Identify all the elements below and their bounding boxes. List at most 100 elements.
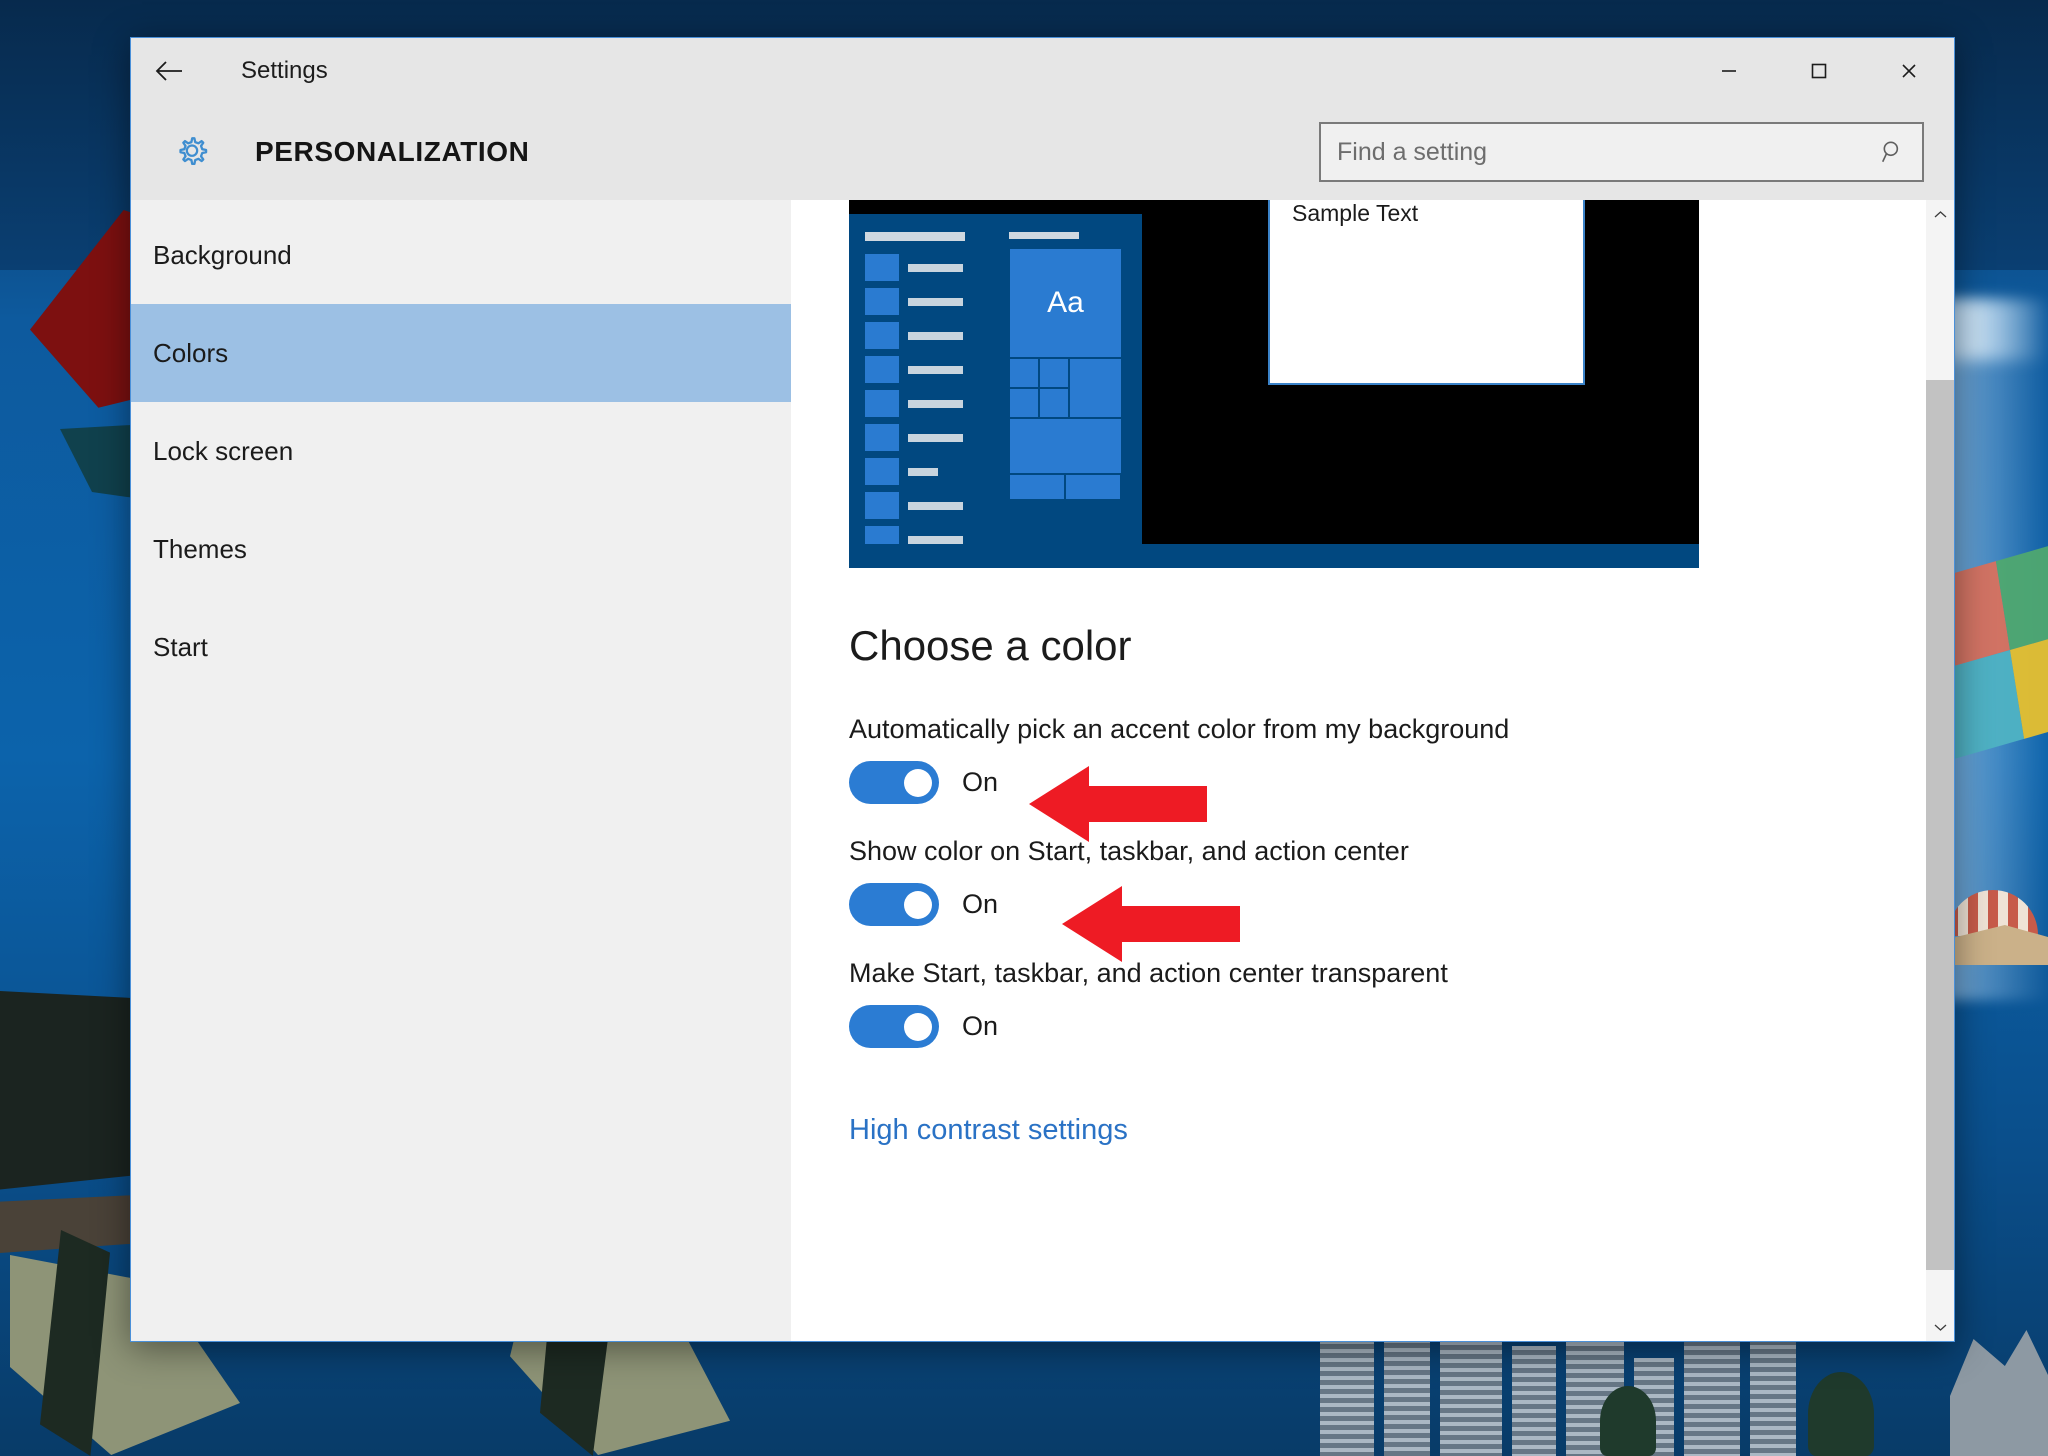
window-controls (1684, 38, 1954, 104)
sidebar-item-lock-screen[interactable]: Lock screen (131, 402, 791, 500)
minimize-button[interactable] (1684, 38, 1774, 104)
preview-tile-group: Aa (1009, 232, 1122, 500)
sidebar-item-background[interactable]: Background (131, 206, 791, 304)
preview-app-icon (865, 254, 899, 281)
theme-preview: Aa Sample Text (849, 200, 1699, 568)
preview-tile-medium (1069, 358, 1122, 418)
chevron-down-icon (1934, 1324, 1946, 1331)
preview-app-icon (865, 390, 899, 417)
back-button[interactable] (131, 38, 207, 104)
preview-app-label (908, 331, 963, 340)
show-color-toggle[interactable] (849, 883, 939, 926)
wallpaper-rocks (1950, 1330, 2048, 1456)
preview-tile-wide (1009, 418, 1122, 474)
settings-sidebar: Background Colors Lock screen Themes Sta… (131, 200, 791, 1341)
preview-app-item (865, 254, 985, 281)
sidebar-item-label: Background (153, 239, 292, 270)
maximize-icon (1811, 63, 1827, 79)
preview-app-list (865, 232, 985, 568)
window-title: Settings (241, 57, 328, 84)
preview-app-icon (865, 322, 899, 349)
preview-tile-small (1009, 388, 1039, 418)
content-scrollbar[interactable] (1926, 200, 1954, 1341)
preview-tile-small (1039, 388, 1069, 418)
sidebar-item-label: Lock screen (153, 435, 294, 466)
scrollbar-track[interactable] (1926, 228, 1954, 1313)
preview-app-label (908, 263, 963, 272)
toggle-row: On (849, 761, 1954, 804)
preview-start-menu: Aa (849, 214, 1142, 568)
auto-accent-toggle[interactable] (849, 761, 939, 804)
preview-tile-aa: Aa (1009, 248, 1122, 358)
app-header: PERSONALIZATION (131, 104, 1954, 200)
preview-app-label (908, 399, 963, 408)
close-button[interactable] (1864, 38, 1954, 104)
back-arrow-icon (155, 61, 182, 81)
toggle-knob (904, 1012, 932, 1041)
preview-app-item (865, 458, 985, 485)
search-icon[interactable] (1864, 139, 1922, 165)
sidebar-item-themes[interactable]: Themes (131, 500, 791, 598)
settings-window: Settings PERSONALIZATION Find a setting … (130, 37, 1955, 1342)
preview-tile-row (1009, 474, 1122, 500)
preview-app-icon (865, 288, 899, 315)
preview-app-label (908, 467, 938, 476)
preview-sample-text: Sample Text (1292, 200, 1419, 226)
preview-tile-small (1039, 358, 1069, 388)
preview-app-label (908, 433, 963, 442)
preview-list-header (865, 232, 965, 241)
setting-label: Automatically pick an accent color from … (849, 714, 1510, 744)
preview-app-label (908, 297, 963, 306)
preview-app-item (865, 288, 985, 315)
maximize-button[interactable] (1774, 38, 1864, 104)
preview-app-item (865, 390, 985, 417)
search-box[interactable] (1319, 122, 1924, 182)
section-title: Choose a color (849, 622, 1132, 669)
search-input[interactable] (1321, 124, 1864, 180)
scrollbar-up-button[interactable] (1926, 200, 1954, 228)
preview-tile-half (1065, 474, 1121, 500)
preview-app-icon (865, 492, 899, 519)
close-icon (1902, 64, 1916, 78)
page-title: PERSONALIZATION (255, 136, 530, 167)
preview-app-icon (865, 356, 899, 383)
sidebar-item-label: Themes (153, 533, 247, 564)
title-bar: Settings (131, 38, 1954, 104)
sidebar-item-start[interactable]: Start (131, 598, 791, 696)
scrollbar-down-button[interactable] (1926, 1313, 1954, 1341)
preview-app-icon (865, 424, 899, 451)
sidebar-item-label: Colors (153, 337, 229, 368)
toggle-row: On (849, 883, 1954, 926)
preview-app-label (908, 365, 963, 374)
callout-arrow-icon (1029, 766, 1207, 842)
sidebar-item-label: Start (153, 631, 208, 662)
setting-label: Make Start, taskbar, and action center t… (849, 958, 1448, 988)
preview-app-item (865, 424, 985, 451)
toggle-state-label: On (962, 889, 999, 919)
preview-tile-row (1009, 358, 1122, 418)
sidebar-item-colors[interactable]: Colors (131, 304, 791, 402)
toggle-knob (904, 768, 932, 797)
high-contrast-settings-link[interactable]: High contrast settings (849, 1114, 1128, 1147)
settings-content: Aa Sample Text Choose a color Automatica… (791, 200, 1954, 1341)
preview-app-item (865, 356, 985, 383)
preview-taskbar (849, 544, 1699, 568)
scrollbar-thumb[interactable] (1926, 379, 1954, 1270)
toggle-state-label: On (962, 1011, 999, 1041)
setting-auto-accent: Automatically pick an accent color from … (849, 714, 1954, 842)
window-body: Background Colors Lock screen Themes Sta… (131, 200, 1954, 1341)
minimize-icon (1722, 70, 1736, 72)
setting-show-color: Show color on Start, taskbar, and action… (849, 836, 1954, 962)
transparency-toggle[interactable] (849, 1005, 939, 1048)
callout-arrow-icon (1062, 886, 1240, 962)
preview-tile-half (1009, 474, 1065, 500)
toggle-state-label: On (962, 767, 999, 797)
preview-tile-small (1009, 358, 1039, 388)
chevron-up-icon (1934, 210, 1946, 217)
gear-icon (179, 137, 208, 166)
setting-transparency: Make Start, taskbar, and action center t… (849, 958, 1954, 1048)
preview-tile-group-header (1009, 232, 1079, 239)
preview-app-label (908, 535, 963, 544)
setting-label: Show color on Start, taskbar, and action… (849, 836, 1409, 866)
preview-app-item (865, 492, 985, 519)
